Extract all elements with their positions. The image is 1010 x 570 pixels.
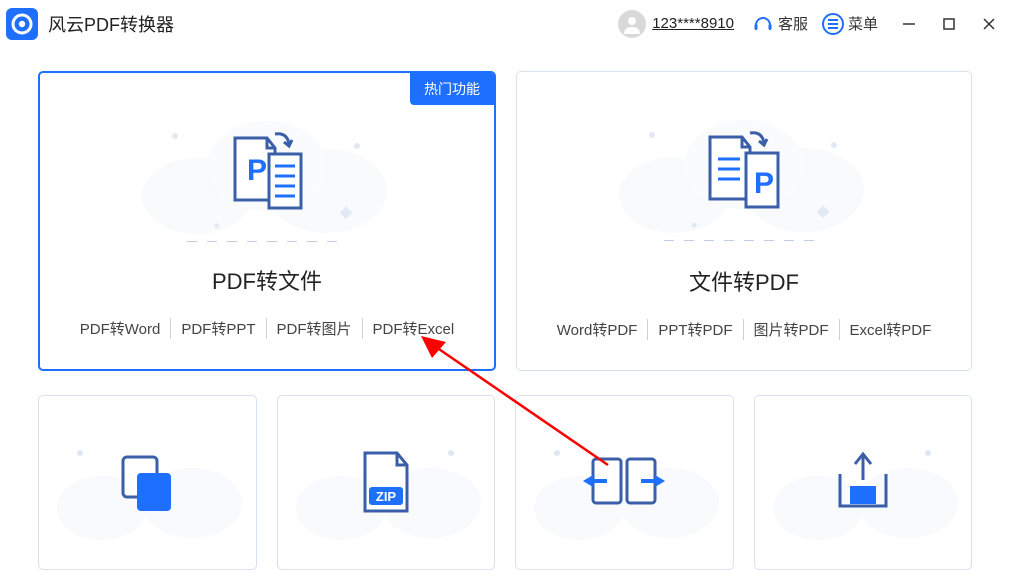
subtype-ppt-to-pdf[interactable]: PPT转PDF bbox=[648, 319, 743, 340]
maximize-button[interactable] bbox=[938, 13, 960, 35]
window-controls bbox=[898, 13, 1000, 35]
subtype-word-to-pdf[interactable]: Word转PDF bbox=[547, 319, 649, 340]
avatar[interactable] bbox=[618, 10, 646, 38]
card-export[interactable] bbox=[754, 395, 973, 570]
card-title: PDF转文件 bbox=[212, 264, 322, 296]
subtype-excel-to-pdf[interactable]: Excel转PDF bbox=[840, 319, 942, 340]
card-divider bbox=[664, 240, 824, 241]
minimize-button[interactable] bbox=[898, 13, 920, 35]
card-pdf-to-file[interactable]: 热门功能 P bbox=[38, 71, 496, 371]
card-compress[interactable]: ZIP bbox=[277, 395, 496, 570]
menu-button[interactable]: 菜单 bbox=[822, 13, 878, 35]
user-id[interactable]: 123****8910 bbox=[652, 15, 734, 32]
titlebar: 风云PDF转换器 123****8910 客服 菜单 bbox=[0, 0, 1010, 47]
split-merge-icon bbox=[579, 451, 669, 515]
app-title: 风云PDF转换器 bbox=[48, 11, 174, 37]
svg-text:ZIP: ZIP bbox=[376, 489, 397, 504]
file-to-pdf-icon: P bbox=[517, 90, 971, 250]
copy-icon bbox=[111, 447, 183, 519]
card-split-merge[interactable] bbox=[515, 395, 734, 570]
card-copy[interactable] bbox=[38, 395, 257, 570]
card-title: 文件转PDF bbox=[689, 265, 799, 297]
export-icon bbox=[828, 450, 898, 516]
subtype-image-to-pdf[interactable]: 图片转PDF bbox=[744, 319, 840, 340]
subtype-pdf-to-image[interactable]: PDF转图片 bbox=[267, 318, 363, 339]
card-divider bbox=[187, 241, 347, 242]
customer-service-button[interactable]: 客服 bbox=[752, 13, 808, 35]
main-content: 热门功能 P bbox=[0, 47, 1010, 570]
secondary-cards-row: ZIP bbox=[38, 395, 972, 570]
app-logo-icon bbox=[6, 8, 38, 40]
close-button[interactable] bbox=[978, 13, 1000, 35]
pdf-to-file-subtypes: PDF转Word PDF转PPT PDF转图片 PDF转Excel bbox=[70, 318, 464, 339]
svg-text:P: P bbox=[247, 154, 267, 187]
card-file-to-pdf[interactable]: P 文件转PDF Word转PDF PPT转PDF 图片转PDF Excel转P… bbox=[516, 71, 972, 371]
main-cards-row: 热门功能 P bbox=[38, 71, 972, 371]
subtype-pdf-to-word[interactable]: PDF转Word bbox=[70, 318, 172, 339]
customer-service-label: 客服 bbox=[778, 13, 808, 34]
pdf-to-file-icon: P bbox=[40, 91, 494, 251]
headset-icon bbox=[752, 13, 774, 35]
svg-text:P: P bbox=[754, 167, 774, 200]
menu-label: 菜单 bbox=[848, 13, 878, 34]
file-to-pdf-subtypes: Word转PDF PPT转PDF 图片转PDF Excel转PDF bbox=[547, 319, 941, 340]
subtype-pdf-to-ppt[interactable]: PDF转PPT bbox=[171, 318, 266, 339]
zip-icon: ZIP bbox=[355, 447, 417, 519]
menu-icon bbox=[822, 13, 844, 35]
subtype-pdf-to-excel[interactable]: PDF转Excel bbox=[363, 318, 465, 339]
